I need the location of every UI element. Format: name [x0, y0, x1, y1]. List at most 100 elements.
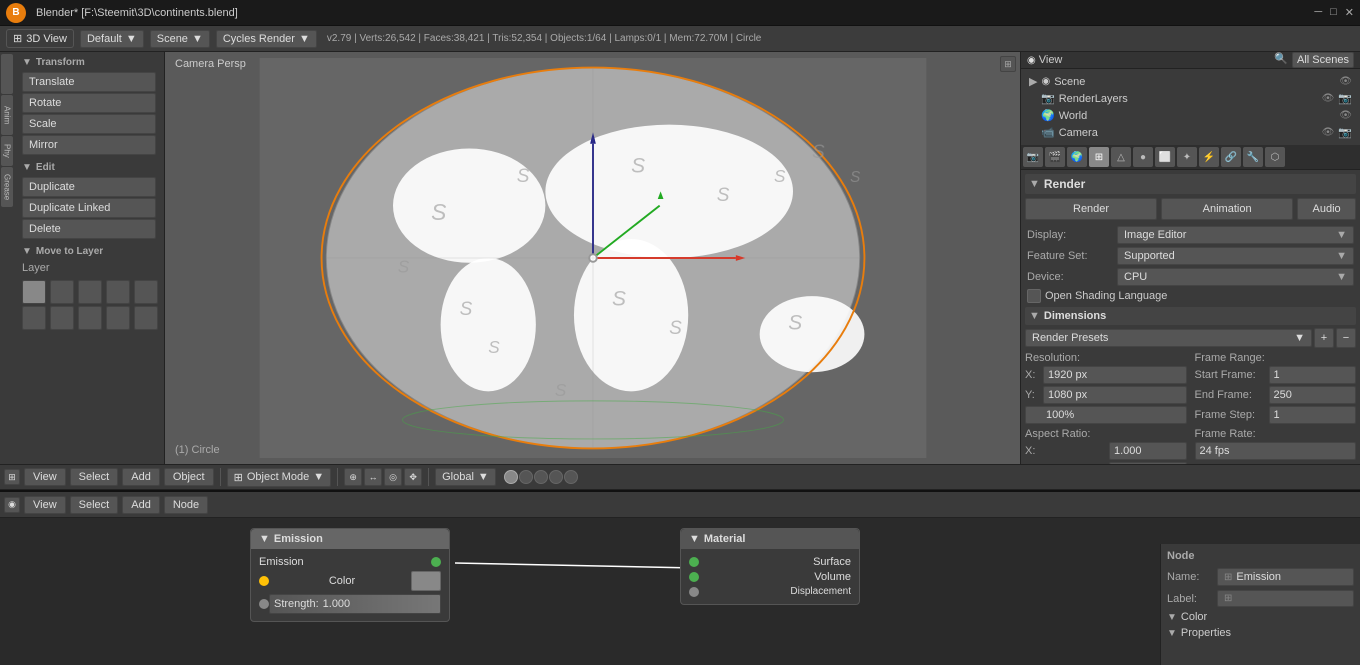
display-selector[interactable]: Image Editor ▼ [1117, 226, 1354, 244]
view-menu-btn[interactable]: View [24, 468, 66, 486]
layout-selector[interactable]: Default ▼ [80, 30, 144, 48]
props-tab-world[interactable]: 🌍 [1067, 147, 1087, 167]
color-section-header[interactable]: ▼ Color [1167, 611, 1354, 623]
start-frame-input[interactable]: 1 [1269, 366, 1357, 384]
transform-section-header[interactable]: ▼ Transform [16, 54, 162, 71]
layer-cell-9[interactable] [106, 306, 130, 330]
frame-rate-input[interactable]: 24 fps [1195, 442, 1357, 460]
props-tab-object[interactable]: ⊞ [1089, 147, 1109, 167]
layer-cell-1[interactable] [22, 280, 46, 304]
camera-eye[interactable]: 👁 [1322, 127, 1335, 138]
props-tab-material[interactable]: ● [1133, 147, 1153, 167]
viewport-menu-btn[interactable]: ⊞ [1000, 56, 1016, 72]
layer-cell-6[interactable] [22, 306, 46, 330]
props-tab-scene[interactable]: 🎬 [1045, 147, 1065, 167]
preset-add-btn[interactable]: + [1314, 328, 1334, 348]
node-name-value[interactable]: ⊞ Emission [1217, 568, 1354, 586]
viewport[interactable]: Camera Persp [165, 52, 1020, 464]
res-x-input[interactable]: 1920 px [1043, 366, 1187, 384]
dimensions-section-header[interactable]: ▼ Dimensions [1025, 307, 1356, 325]
edit-section-header[interactable]: ▼ Edit [16, 159, 162, 176]
displacement-socket[interactable] [689, 587, 699, 597]
render-presets-dropdown[interactable]: Render Presets ▼ [1025, 329, 1312, 347]
delete-btn[interactable]: Delete [22, 219, 156, 239]
scale-btn[interactable]: Scale [22, 114, 156, 134]
editor-type-icon-bottom[interactable]: ⊞ [4, 469, 20, 485]
render-btn[interactable]: Render [1025, 198, 1157, 220]
layer-cell-3[interactable] [78, 280, 102, 304]
layer-dot-5[interactable] [564, 470, 578, 484]
renderlayers-eye[interactable]: 👁 [1322, 93, 1335, 104]
editor-type-selector[interactable]: ⊞ 3D View [6, 29, 74, 48]
device-selector[interactable]: CPU ▼ [1117, 268, 1354, 286]
node-select-btn[interactable]: Select [70, 496, 119, 514]
render-section-header[interactable]: ▼ Render [1025, 174, 1356, 194]
props-tab-mesh[interactable]: △ [1111, 147, 1131, 167]
tree-item-renderlayers[interactable]: 📷 RenderLayers 👁 📷 [1025, 90, 1356, 107]
engine-selector[interactable]: Cycles Render ▼ [216, 30, 317, 48]
layer-cell-7[interactable] [50, 306, 74, 330]
view-btn[interactable]: View [1039, 54, 1063, 66]
emission-output-socket[interactable] [431, 557, 441, 567]
feature-set-selector[interactable]: Supported ▼ [1117, 247, 1354, 265]
props-tab-data[interactable]: ⬡ [1265, 147, 1285, 167]
layer-cell-2[interactable] [50, 280, 74, 304]
tab-grease[interactable]: Grease [1, 167, 13, 207]
frame-step-input[interactable]: 1 [1269, 406, 1357, 424]
tree-item-world[interactable]: 🌍 World 👁 [1025, 107, 1356, 124]
node-view-btn[interactable]: View [24, 496, 66, 514]
pivot-btn[interactable]: ◎ [384, 468, 402, 486]
animation-btn[interactable]: Animation [1161, 198, 1293, 220]
tab-transform[interactable] [1, 54, 13, 94]
node-add-btn[interactable]: Add [122, 496, 160, 514]
world-eye[interactable]: 👁 [1339, 110, 1352, 121]
strength-slider[interactable]: Strength: 1.000 [269, 594, 441, 614]
maximize-btn[interactable]: □ [1330, 6, 1337, 19]
minimize-btn[interactable]: ─ [1314, 6, 1322, 19]
object-menu-btn[interactable]: Object [164, 468, 214, 486]
tab-anim[interactable]: Anim [1, 95, 13, 135]
rotate-btn[interactable]: Rotate [22, 93, 156, 113]
properties-section-header[interactable]: ▼ Properties [1167, 627, 1354, 639]
props-tab-texture[interactable]: ⬜ [1155, 147, 1175, 167]
snap-btn[interactable]: ⊕ [344, 468, 362, 486]
color-input-socket[interactable] [259, 576, 269, 586]
mirror-btn[interactable]: Mirror [22, 135, 156, 155]
select-menu-btn[interactable]: Select [70, 468, 119, 486]
transform-orientation-selector[interactable]: Global ▼ [435, 468, 496, 486]
mode-selector[interactable]: ⊞ Object Mode ▼ [227, 468, 331, 487]
scene-eye-btn[interactable]: 👁 [1339, 76, 1352, 87]
duplicate-linked-btn[interactable]: Duplicate Linked [22, 198, 156, 218]
layer-dot-4[interactable] [549, 470, 563, 484]
tree-item-scene[interactable]: ▶ ◉ Scene 👁 [1025, 73, 1356, 90]
close-btn[interactable]: ✕ [1345, 6, 1354, 19]
node-editor-type-icon[interactable]: ◉ [4, 497, 20, 513]
props-tab-constraints[interactable]: 🔗 [1221, 147, 1241, 167]
props-tab-particles[interactable]: ✦ [1177, 147, 1197, 167]
move-to-layer-section-header[interactable]: ▼ Move to Layer [16, 243, 162, 260]
layer-cell-5[interactable] [134, 280, 158, 304]
tree-item-camera[interactable]: 📹 Camera 👁 📷 [1025, 124, 1356, 141]
duplicate-btn[interactable]: Duplicate [22, 177, 156, 197]
layer-cell-8[interactable] [78, 306, 102, 330]
props-tab-modifiers[interactable]: 🔧 [1243, 147, 1263, 167]
strength-input-socket[interactable] [259, 599, 269, 609]
camera-link-icon[interactable]: 📷 [1338, 126, 1352, 139]
material-header[interactable]: ▼ Material [681, 529, 859, 549]
node-canvas[interactable]: ▼ Emission Emission Color [0, 518, 1360, 665]
add-menu-btn[interactable]: Add [122, 468, 160, 486]
audio-btn[interactable]: Audio [1297, 198, 1356, 220]
res-y-input[interactable]: 1080 px [1043, 386, 1187, 404]
node-label-value[interactable]: ⊞ [1217, 590, 1354, 607]
transform-manipulator-btn[interactable]: ✥ [404, 468, 422, 486]
props-tab-render[interactable]: 📷 [1023, 147, 1043, 167]
shading-language-checkbox[interactable] [1027, 289, 1041, 303]
all-scenes-selector[interactable]: All Scenes [1292, 52, 1354, 68]
layer-dot-2[interactable] [519, 470, 533, 484]
transform-orient-btn[interactable]: ↔ [364, 468, 382, 486]
tab-phy[interactable]: Phy [1, 136, 13, 166]
right-panel-search[interactable]: 🔍 [1274, 52, 1288, 68]
layer-dot-1[interactable] [504, 470, 518, 484]
node-node-btn[interactable]: Node [164, 496, 208, 514]
layer-dot-3[interactable] [534, 470, 548, 484]
